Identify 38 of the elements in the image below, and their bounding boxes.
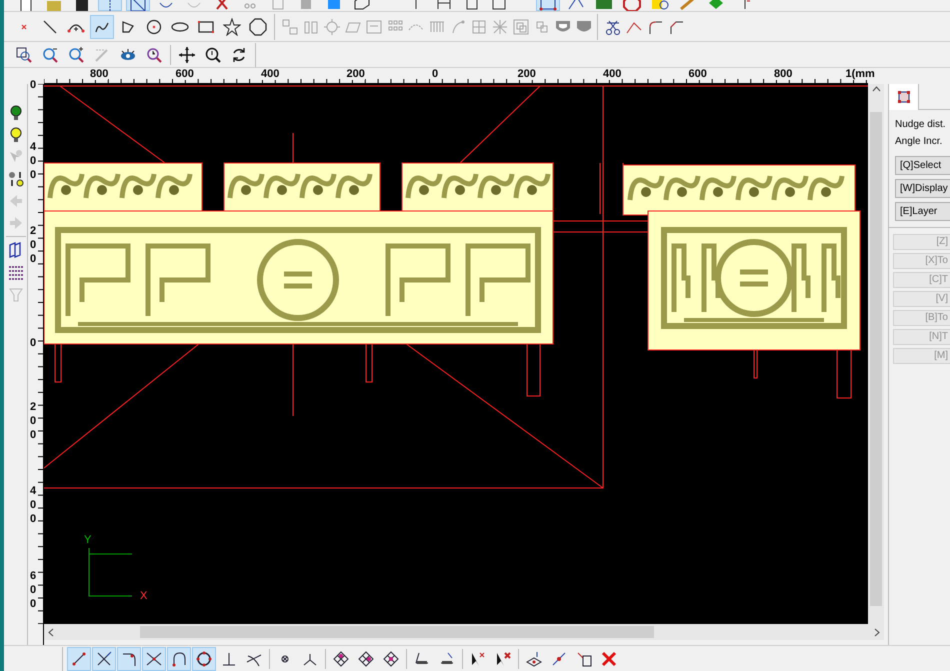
corner-snap-icon[interactable] [117,646,141,670]
cad-canvas[interactable]: Y X [44,84,868,624]
axis-label: X [140,590,148,602]
segment-icon[interactable] [67,646,91,670]
cursor-icon[interactable] [98,0,122,11]
ruler-label: 400 [261,68,280,80]
ruler-label: 800 [774,68,792,80]
ruler-label: 600 [176,68,194,80]
axis-icon [88,548,132,596]
select-nodes-icon[interactable] [536,0,560,11]
panel-button[interactable]: [Q]Select [895,156,950,175]
curve-icon[interactable] [90,14,114,38]
ruler-label: 200 [346,68,365,80]
panel-button[interactable]: [E]Layer [895,202,950,221]
snap-arrows-icon[interactable] [92,646,116,670]
ruler-label: 200 [518,68,536,80]
stop-icon[interactable] [620,0,644,11]
intersection-icon[interactable] [142,646,166,670]
vertical-scrollbar[interactable] [868,84,884,624]
swap-icon[interactable] [6,170,24,188]
ruler-label: 800 [90,68,108,80]
scroll-left-icon[interactable] [48,628,54,636]
node-tab[interactable] [889,84,919,110]
quadrant-icon[interactable] [167,646,191,670]
ruler-label: 1(mm [846,68,875,80]
scroll-up-icon[interactable] [872,86,880,92]
horizontal-scrollbar[interactable] [44,624,884,640]
ruler-label: 400 [603,68,622,80]
panel-button[interactable]: [W]Display [895,179,950,198]
frame-icon[interactable] [126,0,150,11]
circle-snap-icon[interactable] [192,646,216,670]
field-label: Nudge dist. [895,118,947,131]
field-label: Angle Incr. [895,135,944,148]
ruler-label: 0 [432,68,438,80]
node-cross-icon[interactable] [491,18,509,36]
ruler-label: 600 [688,68,707,80]
scroll-right-icon[interactable] [874,628,880,636]
axis-label: Y [84,534,92,546]
